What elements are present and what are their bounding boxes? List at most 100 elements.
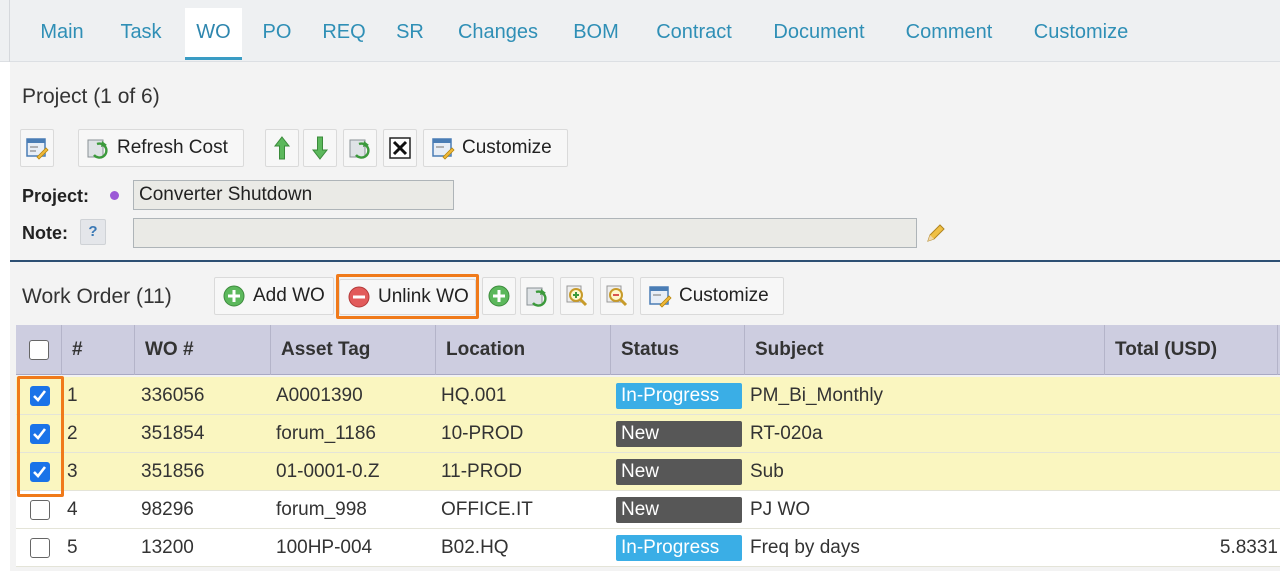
col-header-status[interactable]: Status	[611, 325, 745, 375]
table-row[interactable]: 1 336056 A0001390 HQ.001 In-Progress PM_…	[16, 377, 1280, 415]
row-subject: PM_Bi_Monthly	[750, 385, 884, 406]
edit-project-button[interactable]	[20, 129, 54, 167]
tab-task[interactable]: Task	[105, 8, 177, 60]
row-location: OFFICE.IT	[441, 499, 533, 520]
add-circle-icon	[221, 283, 247, 309]
refresh-icon	[526, 287, 547, 307]
table-row[interactable]: 5 13200 100HP-004 B02.HQ In-Progress Fre…	[16, 529, 1280, 567]
col-header-wo[interactable]: WO #	[135, 325, 271, 375]
tab-comment[interactable]: Comment	[890, 8, 1008, 60]
row-asset: forum_998	[276, 499, 367, 520]
project-title: Project (1 of 6)	[22, 85, 160, 108]
tab-customize[interactable]: Customize	[1016, 8, 1146, 60]
project-customize-button[interactable]: Customize	[423, 129, 568, 167]
tab-label: Main	[40, 21, 84, 43]
row-checkbox[interactable]	[30, 500, 50, 520]
note-input[interactable]	[133, 218, 917, 248]
tab-changes[interactable]: Changes	[444, 8, 552, 60]
tab-label: Changes	[457, 21, 539, 43]
tab-label: Task	[120, 21, 162, 43]
row-asset: A0001390	[276, 385, 363, 406]
row-total: 5.8331	[1219, 537, 1278, 558]
project-input[interactable]	[133, 180, 454, 210]
row-checkbox[interactable]	[30, 386, 50, 406]
row-subject: PJ WO	[750, 499, 811, 520]
tab-label: BOM	[573, 21, 619, 43]
tab-bar-edge	[0, 0, 10, 62]
move-up-button[interactable]	[265, 129, 299, 167]
tab-wo[interactable]: WO	[185, 8, 242, 60]
add-circle-icon	[488, 285, 510, 307]
wo-customize-button[interactable]: Customize	[640, 277, 784, 315]
refresh-cost-button[interactable]: Refresh Cost	[78, 129, 244, 167]
remove-circle-icon	[346, 284, 372, 310]
tab-document[interactable]: Document	[756, 8, 882, 60]
tab-label: WO	[196, 21, 231, 43]
work-order-title: Work Order (11)	[22, 285, 172, 308]
help-button[interactable]: ?	[80, 219, 106, 245]
row-wo[interactable]: 336056	[141, 377, 204, 415]
move-down-button[interactable]	[303, 129, 337, 167]
refresh-list-button[interactable]	[343, 129, 377, 167]
help-icon: ?	[88, 223, 98, 240]
note-field-label: Note:	[22, 223, 68, 243]
tab-req[interactable]: REQ	[312, 8, 376, 60]
row-checkbox[interactable]	[30, 538, 50, 558]
tab-bar: Main Task WO PO REQ SR Changes BOM Contr…	[0, 0, 1280, 62]
row-checkbox[interactable]	[30, 424, 50, 444]
status-badge: In-Progress	[616, 383, 742, 409]
table-row[interactable]: 2 351854 forum_1186 10-PROD New RT-020a	[16, 415, 1280, 453]
row-location: HQ.001	[441, 385, 507, 406]
zoom-out-icon	[606, 285, 628, 307]
row-total	[1110, 415, 1280, 453]
select-all-checkbox[interactable]	[29, 340, 49, 360]
delete-button[interactable]	[383, 129, 417, 167]
row-wo[interactable]: 351854	[141, 415, 204, 453]
tab-contract[interactable]: Contract	[640, 8, 748, 60]
unlink-wo-button[interactable]: Unlink WO	[339, 279, 476, 315]
add-wo-button[interactable]: Add WO	[214, 277, 334, 315]
row-num: 3	[67, 461, 78, 482]
row-asset: forum_1186	[276, 423, 376, 444]
row-subject: Sub	[750, 461, 784, 482]
zoom-in-button[interactable]	[560, 277, 594, 315]
tab-po[interactable]: PO	[250, 8, 304, 60]
tab-sr[interactable]: SR	[384, 8, 436, 60]
arrow-up-icon	[273, 136, 291, 160]
row-wo[interactable]: 98296	[141, 491, 194, 529]
col-header-subject[interactable]: Subject	[745, 325, 1105, 375]
tab-bom[interactable]: BOM	[560, 8, 632, 60]
table-row[interactable]: 3 351856 01-0001-0.Z 11-PROD New Sub	[16, 453, 1280, 491]
col-header-location[interactable]: Location	[436, 325, 611, 375]
status-badge: New	[616, 459, 742, 485]
zoom-out-button[interactable]	[600, 277, 634, 315]
row-asset: 01-0001-0.Z	[276, 461, 380, 482]
new-wo-button[interactable]	[482, 277, 516, 315]
table-row[interactable]: 4 98296 forum_998 OFFICE.IT New PJ WO	[16, 491, 1280, 529]
row-subject: Freq by days	[750, 537, 860, 558]
refresh-icon	[349, 139, 370, 159]
tab-label: PO	[262, 21, 292, 43]
row-wo[interactable]: 351856	[141, 453, 204, 491]
project-field-label: Project:	[22, 186, 90, 206]
add-wo-label: Add WO	[253, 285, 325, 306]
wo-refresh-button[interactable]	[520, 277, 554, 315]
edit-note-button[interactable]	[922, 219, 950, 247]
row-num: 4	[67, 499, 78, 520]
col-header-asset-tag[interactable]: Asset Tag	[271, 325, 436, 375]
status-badge: New	[616, 497, 742, 523]
row-subject: RT-020a	[750, 423, 823, 444]
row-num: 2	[67, 423, 78, 444]
col-header-num[interactable]: #	[62, 325, 135, 375]
customize-label: Customize	[679, 285, 769, 306]
tab-main[interactable]: Main	[22, 8, 102, 60]
row-location: B02.HQ	[441, 537, 509, 558]
unlink-wo-label: Unlink WO	[378, 286, 469, 307]
select-all-cell	[16, 325, 62, 375]
tab-label: Document	[773, 21, 865, 43]
col-header-total[interactable]: Total (USD)	[1105, 325, 1278, 375]
row-wo[interactable]: 13200	[141, 529, 194, 567]
edit-form-icon	[647, 283, 673, 309]
row-checkbox[interactable]	[30, 462, 50, 482]
refresh-icon	[85, 135, 111, 161]
